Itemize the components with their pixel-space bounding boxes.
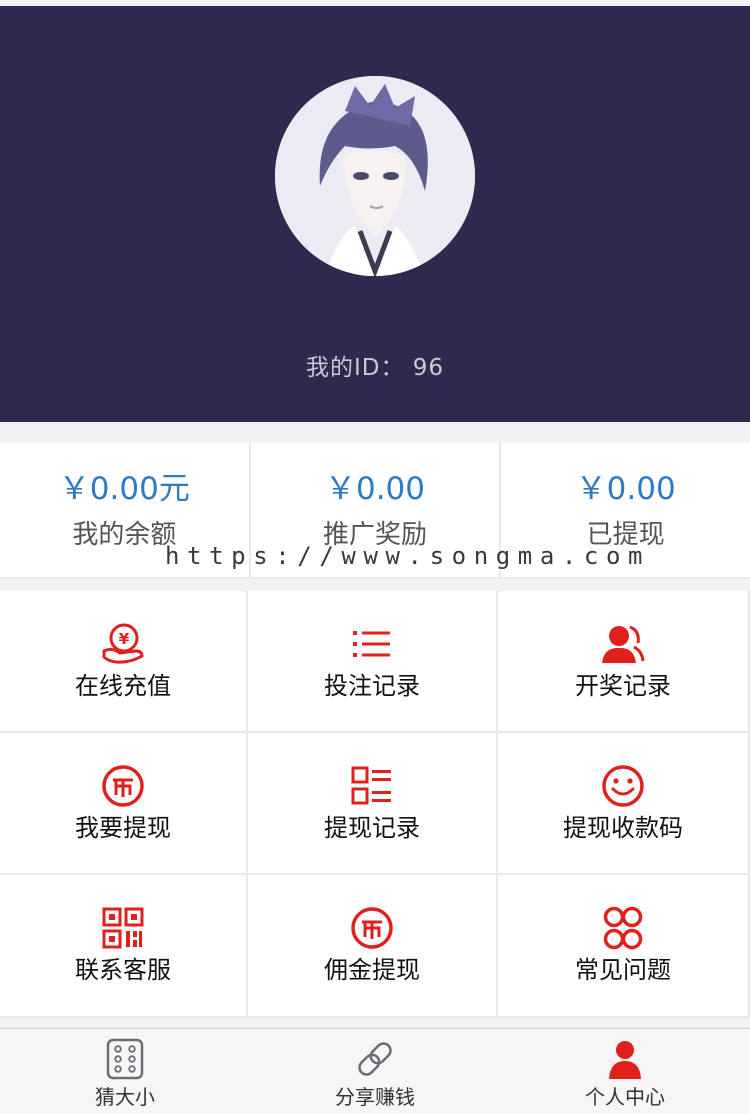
- menu-item-label: 投注记录: [324, 672, 420, 700]
- four-circles-icon: [600, 905, 646, 951]
- user-id-label: 我的ID： 96: [305, 355, 445, 381]
- coin-icon: [100, 763, 146, 809]
- menu-item-payment-qr[interactable]: 提现收款码: [498, 733, 750, 875]
- menu-item-label: 在线充值: [75, 672, 171, 700]
- tab-share-earn[interactable]: 分享赚钱: [250, 1029, 500, 1114]
- menu-grid: ¥ 在线充值 投注记录 开奖记录 我要提现 提现记录 提现收款码 联系客服 佣金…: [0, 591, 750, 1018]
- dice-icon: [103, 1037, 147, 1081]
- menu-item-recharge[interactable]: ¥ 在线充值: [0, 591, 248, 733]
- avatar-image: [275, 76, 475, 276]
- personal-center-page: 我的ID： 96 ￥0.00元 我的余额 ￥0.00 推广奖励 ￥0.00 已提…: [0, 0, 750, 1114]
- menu-item-commission-withdraw[interactable]: 佣金提现: [248, 875, 498, 1018]
- menu-item-label: 我要提现: [75, 814, 171, 842]
- menu-item-label: 佣金提现: [324, 956, 420, 984]
- avatar[interactable]: [275, 76, 475, 276]
- stat-value: ￥0.00: [324, 471, 426, 507]
- menu-item-label: 常见问题: [575, 956, 671, 984]
- menu-item-withdraw-records[interactable]: 提现记录: [248, 733, 498, 875]
- link-icon: [353, 1037, 397, 1081]
- recharge-yen-icon: ¥: [100, 621, 146, 667]
- tab-personal-center[interactable]: 个人中心: [500, 1029, 750, 1114]
- menu-item-bet-records[interactable]: 投注记录: [248, 591, 498, 733]
- profile-header: 我的ID： 96: [0, 6, 750, 422]
- record-list-icon: [349, 763, 395, 809]
- menu-item-customer-service[interactable]: 联系客服: [0, 875, 248, 1018]
- tab-label: 个人中心: [585, 1085, 665, 1109]
- bottom-tab-bar: 猜大小 分享赚钱 个人中心: [0, 1028, 750, 1114]
- menu-item-faq[interactable]: 常见问题: [498, 875, 750, 1018]
- tab-label: 猜大小: [95, 1085, 155, 1109]
- stat-value: ￥0.00元: [58, 471, 190, 507]
- menu-item-label: 开奖记录: [575, 672, 671, 700]
- coin-icon: [349, 905, 395, 951]
- tab-guess-size[interactable]: 猜大小: [0, 1029, 250, 1114]
- menu-item-label: 联系客服: [75, 956, 171, 984]
- qr-code-icon: [100, 905, 146, 951]
- menu-item-label: 提现记录: [324, 814, 420, 842]
- smile-icon: [600, 763, 646, 809]
- list-icon: [349, 621, 395, 667]
- menu-item-draw-records[interactable]: 开奖记录: [498, 591, 750, 733]
- person-icon: [603, 1037, 647, 1081]
- watermark-text: https://www.songma.com: [165, 542, 651, 570]
- svg-text:¥: ¥: [119, 630, 130, 648]
- user-icon: [600, 621, 646, 667]
- menu-item-withdraw[interactable]: 我要提现: [0, 733, 248, 875]
- stat-value: ￥0.00: [575, 471, 676, 507]
- tab-label: 分享赚钱: [335, 1085, 415, 1109]
- menu-item-label: 提现收款码: [563, 814, 683, 842]
